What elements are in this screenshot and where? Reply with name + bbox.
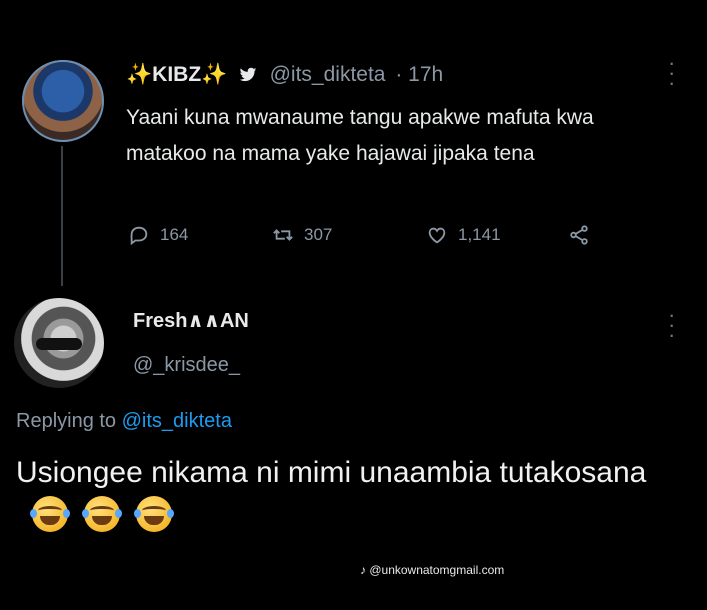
retweet-button[interactable]: 307 bbox=[272, 224, 332, 246]
reply-icon bbox=[130, 226, 148, 246]
replying-mention[interactable]: @its_dikteta bbox=[122, 410, 232, 432]
sparkle-icon: ✨ bbox=[126, 63, 153, 86]
like-count: 1,141 bbox=[458, 225, 501, 244]
tweet-header: ✨KIBZ✨ @its_dikteta · 17h bbox=[126, 63, 443, 87]
replying-to: Replying to @its_dikteta bbox=[16, 410, 232, 433]
twitter-bird-icon bbox=[239, 67, 261, 85]
reply-count: 164 bbox=[160, 225, 189, 244]
share-icon bbox=[570, 225, 588, 245]
thread-line bbox=[61, 146, 63, 286]
share-button[interactable] bbox=[568, 224, 590, 246]
more-icon[interactable]: · · · bbox=[668, 304, 675, 346]
author-name[interactable]: KIBZ bbox=[152, 63, 201, 86]
reply-text-content: Usiongee nikama ni mimi unaambia tutakos… bbox=[16, 456, 647, 489]
tweet-time[interactable]: · 17h bbox=[395, 63, 443, 86]
retweet-icon bbox=[273, 229, 293, 241]
laugh-tears-emoji bbox=[30, 496, 70, 532]
author-handle[interactable]: @its_dikteta bbox=[270, 63, 386, 86]
avatar[interactable] bbox=[22, 60, 104, 142]
like-icon bbox=[428, 227, 446, 244]
laugh-tears-emoji bbox=[134, 496, 174, 532]
reply-author-handle[interactable]: @_krisdee_ bbox=[133, 354, 240, 377]
sparkle-icon: ✨ bbox=[201, 63, 228, 86]
reply-button[interactable]: 164 bbox=[128, 224, 188, 246]
laugh-tears-emoji bbox=[82, 496, 122, 532]
tweet-text: Yaani kuna mwanaume tangu apakwe mafuta … bbox=[126, 106, 594, 165]
reply-author-name[interactable]: Fresh∧∧AN bbox=[133, 308, 249, 333]
retweet-count: 307 bbox=[304, 225, 333, 244]
tweet-actions: 164 307 1,141 bbox=[128, 224, 608, 254]
avatar-sunglasses bbox=[36, 338, 82, 350]
like-button[interactable]: 1,141 bbox=[426, 224, 501, 246]
reply-text: Usiongee nikama ni mimi unaambia tutakos… bbox=[16, 451, 696, 539]
watermark: ♪ @unkownatomgmail.com bbox=[360, 563, 505, 577]
replying-prefix: Replying to bbox=[16, 410, 117, 432]
more-icon[interactable]: · · · bbox=[668, 52, 675, 94]
